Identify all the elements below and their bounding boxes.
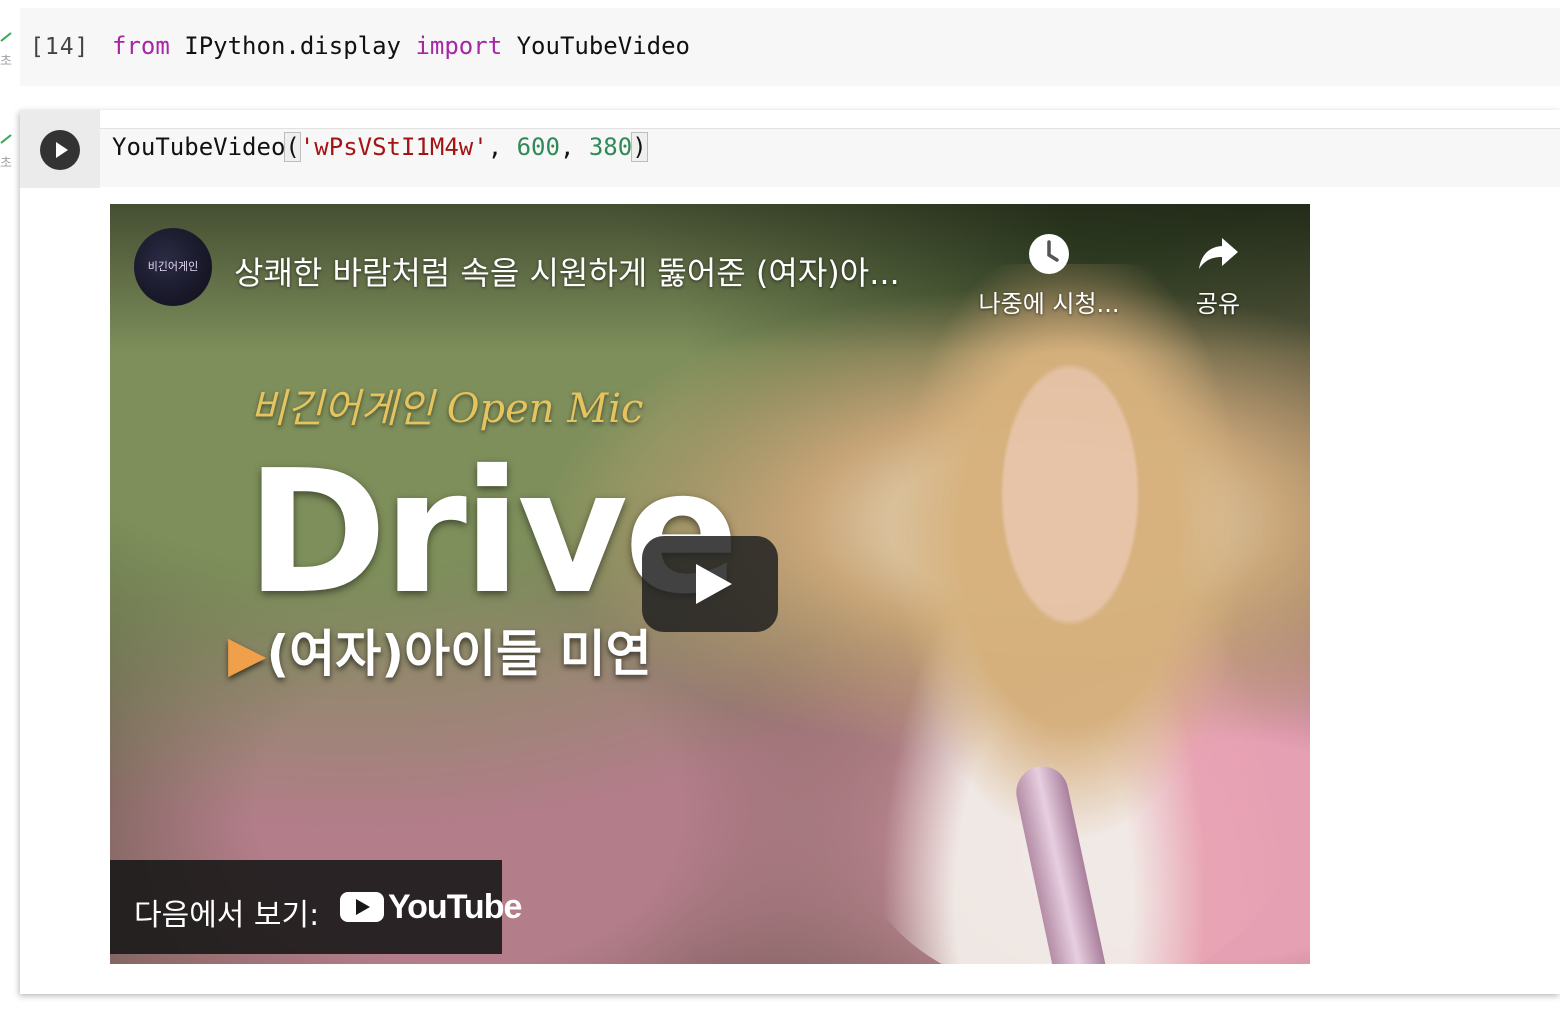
- watch-later-label: 나중에 시청...: [978, 290, 1120, 318]
- paren-open: (: [284, 132, 301, 162]
- watch-later-button[interactable]: 나중에 시청...: [964, 232, 1134, 319]
- share-button[interactable]: 공유: [1174, 232, 1262, 319]
- arg-video-id: 'wPsVStI1M4w': [299, 133, 488, 161]
- module-name: IPython.display: [184, 32, 401, 60]
- keyword-from: from: [112, 32, 170, 60]
- code-line-2[interactable]: YouTubeVideo('wPsVStI1M4w', 600, 380): [112, 132, 648, 162]
- separator: ,: [487, 133, 517, 161]
- clock-icon: [1029, 234, 1069, 274]
- share-label: 공유: [1195, 290, 1241, 318]
- check-icon: [0, 32, 12, 42]
- arg-height: 380: [588, 133, 633, 161]
- code-cell-1[interactable]: [14] from IPython.display import YouTube…: [20, 8, 1560, 86]
- triangle-marker: ▶: [228, 625, 267, 683]
- function-name: YouTubeVideo: [112, 133, 286, 161]
- code-line-1[interactable]: from IPython.display import YouTubeVideo: [112, 32, 690, 60]
- import-name: YouTubeVideo: [516, 32, 690, 60]
- cell2-duration: 초: [0, 156, 12, 171]
- youtube-wordmark: YouTube: [388, 888, 522, 926]
- youtube-play-icon: [340, 892, 384, 922]
- keyword-import: import: [415, 32, 503, 60]
- execution-count: [14]: [30, 34, 90, 60]
- thumbnail-artist-name: (여자)아이들 미연: [266, 625, 652, 683]
- cell1-duration: 초: [0, 54, 12, 69]
- watch-on-youtube-button[interactable]: 다음에서 보기: YouTube: [110, 860, 522, 954]
- play-button[interactable]: [642, 536, 778, 632]
- thumbnail-artist: ▶(여자)아이들 미연: [228, 614, 652, 686]
- arg-width: 600: [516, 133, 560, 161]
- channel-avatar[interactable]: 비긴어게인: [134, 228, 212, 306]
- thumbnail-brand-text: 비긴어게인 Open Mic: [250, 386, 644, 432]
- check-icon: [0, 134, 12, 144]
- run-cell-button[interactable]: [40, 130, 80, 170]
- separator: ,: [559, 133, 589, 161]
- watch-on-label: 다음에서 보기:: [134, 898, 320, 933]
- share-arrow-icon: [1199, 238, 1238, 269]
- run-area: [20, 110, 100, 188]
- youtube-embed[interactable]: 비긴어게인 상쾌한 바람처럼 속을 시원하게 뚫어준 (여자)아... 나중에 …: [110, 204, 1310, 964]
- paren-close: ): [631, 132, 648, 162]
- video-title[interactable]: 상쾌한 바람처럼 속을 시원하게 뚫어준 (여자)아...: [234, 248, 900, 294]
- cell-editor[interactable]: YouTubeVideo('wPsVStI1M4w', 600, 380): [100, 128, 1560, 187]
